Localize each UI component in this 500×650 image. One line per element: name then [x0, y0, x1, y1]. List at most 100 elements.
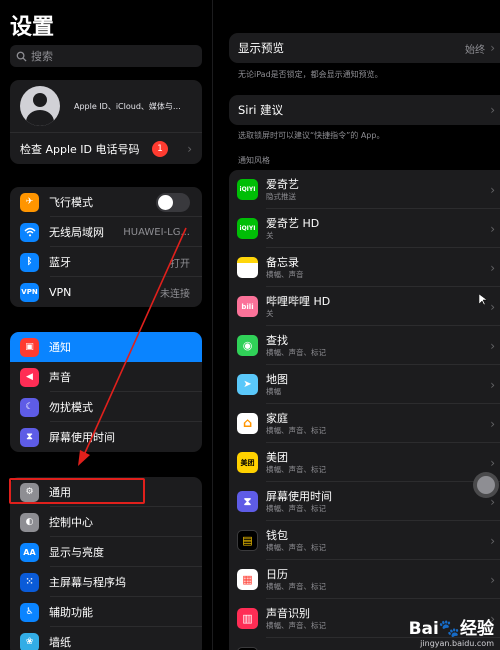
sidebar-item-notifications[interactable]: ▣ 通知	[10, 332, 202, 362]
apple-id-row[interactable]: Apple ID、iCloud、媒体与…	[10, 80, 202, 132]
sidebar-item-label: 显示与亮度	[49, 546, 104, 559]
apple-id-subtitle: Apple ID、iCloud、媒体与…	[74, 101, 181, 111]
siri-suggestions-row[interactable]: Siri 建议 ›	[229, 95, 500, 125]
sidebar-item-wallpaper[interactable]: ❀ 墙纸	[10, 627, 202, 650]
watermark: Bai🐾经验 jingyan.baidu.com	[409, 614, 494, 648]
chevron-right-icon: ›	[490, 455, 495, 470]
app-name: 爱奇艺 HD	[266, 216, 320, 230]
app-row-notes[interactable]: 备忘录 横幅、声音 ›	[229, 248, 500, 287]
sidebar-item-label: VPN	[49, 285, 72, 299]
notification-badge: 1	[152, 140, 168, 157]
wifi-value: HUAWEI-LG...	[123, 226, 190, 238]
app-style: 横幅、声音、标记	[266, 347, 326, 357]
bilibili-icon: bili	[237, 296, 258, 317]
search-icon	[16, 51, 27, 62]
wallet-icon: ▤	[237, 530, 258, 551]
airplane-icon: ✈	[20, 192, 39, 212]
vpn-value: 未连接	[160, 288, 190, 300]
display-icon: AA	[20, 542, 39, 562]
bluetooth-icon: ᛒ	[20, 252, 39, 272]
grid-icon: ⁙	[20, 572, 39, 592]
iqiyi-hd-icon: iQIYI	[237, 218, 258, 239]
sidebar-item-label: 屏幕使用时间	[49, 431, 115, 444]
home-icon: ⌂	[237, 413, 258, 434]
app-row-maps[interactable]: ➤ 地图 横幅 ›	[229, 365, 500, 404]
search-placeholder: 搜索	[31, 50, 53, 63]
app-name: 声音识别	[266, 606, 310, 620]
sidebar-item-wifi[interactable]: 无线局域网 HUAWEI-LG...	[10, 217, 202, 247]
apple-id-card[interactable]: Apple ID、iCloud、媒体与… 检查 Apple ID 电话号码 1 …	[10, 80, 202, 164]
chevron-right-icon: ›	[490, 533, 495, 548]
sidebar-item-label: 墙纸	[49, 636, 71, 649]
app-row-screen-time[interactable]: ⧗ 屏幕使用时间 横幅、声音、标记 ›	[229, 482, 500, 521]
moon-icon: ☾	[20, 397, 39, 417]
sidebar-item-vpn[interactable]: VPN VPN 未连接	[10, 277, 202, 307]
sidebar-item-label: 控制中心	[49, 516, 93, 529]
app-style: 横幅、声音、标记	[266, 425, 326, 435]
sidebar-item-label: 辅助功能	[49, 606, 93, 619]
app-name: 地图	[266, 372, 288, 386]
sidebar-item-display-brightness[interactable]: AA 显示与亮度	[10, 537, 202, 567]
sidebar-item-accessibility[interactable]: ♿ 辅助功能	[10, 597, 202, 627]
chevron-right-icon: ›	[490, 41, 495, 55]
app-style: 横幅	[266, 386, 281, 396]
notifications-icon: ▣	[20, 337, 39, 357]
notifications-detail-pane: 显示预览 始终 › 无论iPad是否锁定，都会显示通知预览。 Siri 建议 ›…	[212, 0, 500, 650]
chevron-right-icon: ›	[490, 377, 495, 392]
show-previews-row[interactable]: 显示预览 始终 ›	[229, 33, 500, 63]
assistive-touch-button[interactable]	[473, 472, 499, 498]
maps-icon: ➤	[237, 374, 258, 395]
app-name: 哔哩哔哩 HD	[266, 294, 331, 308]
meituan-icon: 美团	[237, 452, 258, 473]
airplane-mode-toggle[interactable]	[156, 192, 190, 212]
app-notification-list: iQIYI 爱奇艺 隐式推送 › iQIYI 爱奇艺 HD 关 › 备忘录 横幅、声音…	[229, 170, 500, 650]
sidebar-item-screen-time[interactable]: ⧗ 屏幕使用时间	[10, 422, 202, 452]
sidebar-item-sound[interactable]: ◀ 声音	[10, 362, 202, 392]
app-style: 关	[266, 230, 274, 240]
sidebar-item-home-screen-dock[interactable]: ⁙ 主屏幕与程序坞	[10, 567, 202, 597]
app-row-meituan[interactable]: 美团 美团 横幅、声音、标记 ›	[229, 443, 500, 482]
app-row-calendar[interactable]: ▦ 日历 横幅、声音、标记 ›	[229, 560, 500, 599]
search-input[interactable]: 搜索	[10, 45, 202, 67]
hourglass-icon: ⧗	[20, 427, 39, 447]
sidebar-item-label: 通知	[49, 341, 71, 354]
toggles-icon: ◐	[20, 512, 39, 532]
sidebar-item-label: 声音	[49, 371, 71, 384]
sidebar-item-label: 勿扰模式	[49, 401, 93, 414]
siri-suggestions-label: Siri 建议	[238, 103, 284, 117]
app-row-find-my[interactable]: ◉ 查找 横幅、声音、标记 ›	[229, 326, 500, 365]
sidebar-item-airplane-mode[interactable]: ✈ 飞行模式	[10, 187, 202, 217]
calendar-icon: ▦	[237, 569, 258, 590]
app-row-iqiyi[interactable]: iQIYI 爱奇艺 隐式推送 ›	[229, 170, 500, 209]
sound-icon: ◀	[20, 367, 39, 387]
vpn-icon: VPN	[20, 282, 39, 302]
app-row-bilibili-hd[interactable]: bili 哔哩哔哩 HD 关 ›	[229, 287, 500, 326]
app-style: 横幅、声音、标记	[266, 581, 326, 591]
chevron-right-icon: ›	[490, 572, 495, 587]
mouse-cursor-icon	[479, 294, 487, 306]
sidebar-item-label: 飞行模式	[49, 196, 93, 209]
notifications-group: ▣ 通知 ◀ 声音 ☾ 勿扰模式 ⧗ 屏幕使用时间	[10, 332, 202, 452]
notification-style-header: 通知风格	[238, 156, 270, 165]
sidebar-item-do-not-disturb[interactable]: ☾ 勿扰模式	[10, 392, 202, 422]
app-name: 日历	[266, 567, 288, 581]
app-style: 隐式推送	[266, 191, 296, 201]
bluetooth-value: 打开	[170, 258, 190, 270]
notes-icon	[237, 257, 258, 278]
sidebar-item-label: 主屏幕与程序坞	[49, 576, 126, 589]
highlight-box	[9, 478, 145, 504]
sidebar-item-bluetooth[interactable]: ᛒ 蓝牙 打开	[10, 247, 202, 277]
check-apple-id-phone-row[interactable]: 检查 Apple ID 电话号码 1 ›	[10, 132, 202, 164]
sidebar-item-label: 蓝牙	[49, 256, 71, 269]
connectivity-group: ✈ 飞行模式 无线局域网 HUAWEI-LG... ᛒ 蓝牙 打开 VPN VP…	[10, 187, 202, 307]
app-row-iqiyi-hd[interactable]: iQIYI 爱奇艺 HD 关 ›	[229, 209, 500, 248]
app-name: 屏幕使用时间	[266, 489, 332, 503]
show-previews-label: 显示预览	[238, 41, 284, 55]
app-row-home[interactable]: ⌂ 家庭 横幅、声音、标记 ›	[229, 404, 500, 443]
app-row-wallet[interactable]: ▤ 钱包 横幅、声音、标记 ›	[229, 521, 500, 560]
show-previews-note: 无论iPad是否锁定，都会显示通知预览。	[238, 70, 383, 79]
sidebar-item-label: 无线局域网	[49, 226, 104, 239]
chevron-right-icon: ›	[490, 416, 495, 431]
app-name: 美团	[266, 450, 288, 464]
sidebar-item-control-center[interactable]: ◐ 控制中心	[10, 507, 202, 537]
